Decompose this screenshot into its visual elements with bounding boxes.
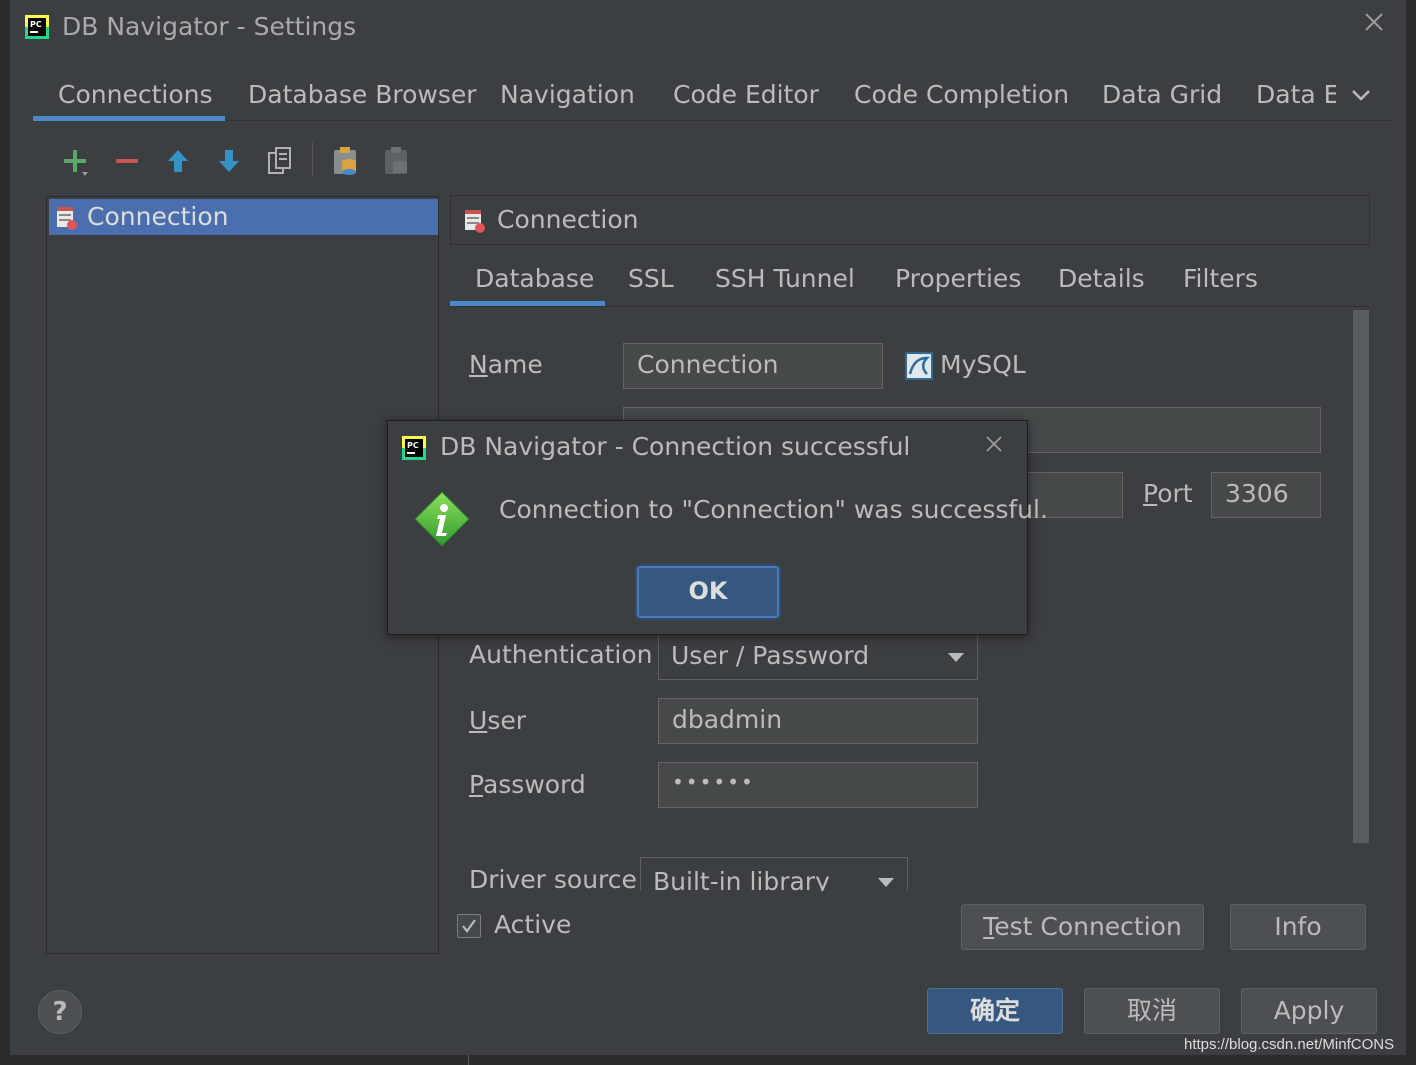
watermark: https://blog.csdn.net/MinfCONS bbox=[1184, 1036, 1395, 1053]
password-input[interactable]: •••••• bbox=[658, 762, 978, 808]
database-type: MySQL bbox=[940, 350, 1026, 379]
authentication-select[interactable]: User / Password bbox=[658, 634, 978, 680]
add-icon[interactable] bbox=[60, 144, 90, 178]
window-title: DB Navigator - Settings bbox=[62, 12, 357, 41]
list-item-label: Connection bbox=[87, 202, 229, 231]
close-icon[interactable] bbox=[984, 434, 1004, 454]
dropdown-arrow-icon bbox=[878, 878, 894, 887]
svg-text:PC: PC bbox=[30, 20, 42, 29]
copy-icon[interactable] bbox=[265, 144, 295, 178]
clipboard-icon bbox=[385, 147, 407, 174]
driver-source-select[interactable]: Built-in library bbox=[640, 857, 908, 891]
test-connection-button[interactable]: Test Connection bbox=[961, 904, 1204, 950]
password-label: Password bbox=[469, 770, 586, 799]
tab-code-completion[interactable]: Code Completion bbox=[854, 68, 1069, 120]
cancel-button[interactable]: 取消 bbox=[1084, 988, 1220, 1034]
active-sub-tab-indicator bbox=[450, 301, 605, 306]
tab-properties[interactable]: Properties bbox=[895, 264, 1021, 304]
name-label: Name bbox=[469, 350, 543, 379]
tab-database-browser[interactable]: Database Browser bbox=[248, 68, 477, 120]
database-connection-icon bbox=[465, 210, 485, 233]
connection-list: Connection bbox=[46, 196, 439, 954]
remove-icon[interactable] bbox=[112, 144, 142, 178]
mysql-icon bbox=[905, 352, 933, 380]
tab-ssl[interactable]: SSL bbox=[628, 264, 674, 304]
tab-connections[interactable]: Connections bbox=[58, 68, 212, 120]
tabs-divider bbox=[32, 120, 1392, 121]
pycharm-app-icon: PC bbox=[402, 436, 426, 460]
driver-source-value: Built-in library bbox=[653, 867, 830, 891]
bottom-strip bbox=[0, 1055, 1416, 1065]
user-input[interactable]: dbadmin bbox=[658, 698, 978, 744]
close-icon[interactable] bbox=[1362, 10, 1386, 34]
driver-source-label: Driver source bbox=[469, 865, 637, 894]
title-bar: PC DB Navigator - Settings bbox=[10, 0, 1406, 56]
tab-code-editor[interactable]: Code Editor bbox=[673, 68, 819, 120]
bottom-strip-separator bbox=[468, 1055, 469, 1065]
paste-icon[interactable] bbox=[331, 144, 361, 178]
authentication-value: User / Password bbox=[671, 641, 870, 670]
settings-tabs: Connections Database Browser Navigation … bbox=[32, 68, 1382, 122]
active-label: Active bbox=[494, 910, 572, 939]
detail-header: Connection bbox=[450, 195, 1370, 245]
move-up-icon[interactable] bbox=[163, 144, 193, 178]
active-tab-indicator bbox=[33, 116, 225, 121]
tab-details[interactable]: Details bbox=[1058, 264, 1145, 304]
sub-tabs-divider bbox=[450, 306, 1370, 307]
apply-button[interactable]: Apply bbox=[1241, 988, 1377, 1034]
active-checkbox[interactable] bbox=[457, 914, 481, 938]
info-icon bbox=[414, 491, 470, 547]
authentication-label: Authentication bbox=[469, 640, 653, 669]
tab-navigation[interactable]: Navigation bbox=[500, 68, 635, 120]
chevron-down-icon[interactable] bbox=[1350, 86, 1372, 104]
database-connection-icon bbox=[57, 207, 77, 230]
tab-ssh-tunnel[interactable]: SSH Tunnel bbox=[715, 264, 855, 304]
confirm-button[interactable]: 确定 bbox=[927, 988, 1063, 1034]
list-item-connection[interactable]: Connection bbox=[49, 199, 438, 235]
svg-text:PC: PC bbox=[407, 441, 419, 450]
port-label: Port bbox=[1143, 479, 1193, 508]
help-button[interactable]: ? bbox=[38, 990, 82, 1034]
detail-header-title: Connection bbox=[497, 205, 639, 234]
port-input[interactable]: 3306 bbox=[1211, 472, 1321, 518]
move-down-icon[interactable] bbox=[214, 144, 244, 178]
info-button[interactable]: Info bbox=[1230, 904, 1366, 950]
dialog-ok-button[interactable]: OK bbox=[637, 566, 779, 618]
dropdown-arrow-icon bbox=[948, 653, 964, 662]
checkmark-icon bbox=[462, 919, 476, 933]
tab-filters[interactable]: Filters bbox=[1183, 264, 1258, 304]
dialog-message: Connection to "Connection" was successfu… bbox=[499, 495, 1048, 524]
toolbar-separator bbox=[312, 142, 313, 176]
tab-database[interactable]: Database bbox=[475, 264, 594, 304]
connection-success-dialog: PC DB Navigator - Connection successful … bbox=[387, 420, 1048, 635]
scrollbar-thumb[interactable] bbox=[1353, 310, 1369, 843]
pycharm-app-icon: PC bbox=[25, 15, 49, 39]
tab-data-editor[interactable]: Data E bbox=[1256, 68, 1336, 120]
user-label: User bbox=[469, 706, 526, 735]
tab-data-grid[interactable]: Data Grid bbox=[1102, 68, 1222, 120]
name-input[interactable]: Connection bbox=[623, 343, 883, 389]
dialog-title: DB Navigator - Connection successful bbox=[440, 432, 911, 461]
